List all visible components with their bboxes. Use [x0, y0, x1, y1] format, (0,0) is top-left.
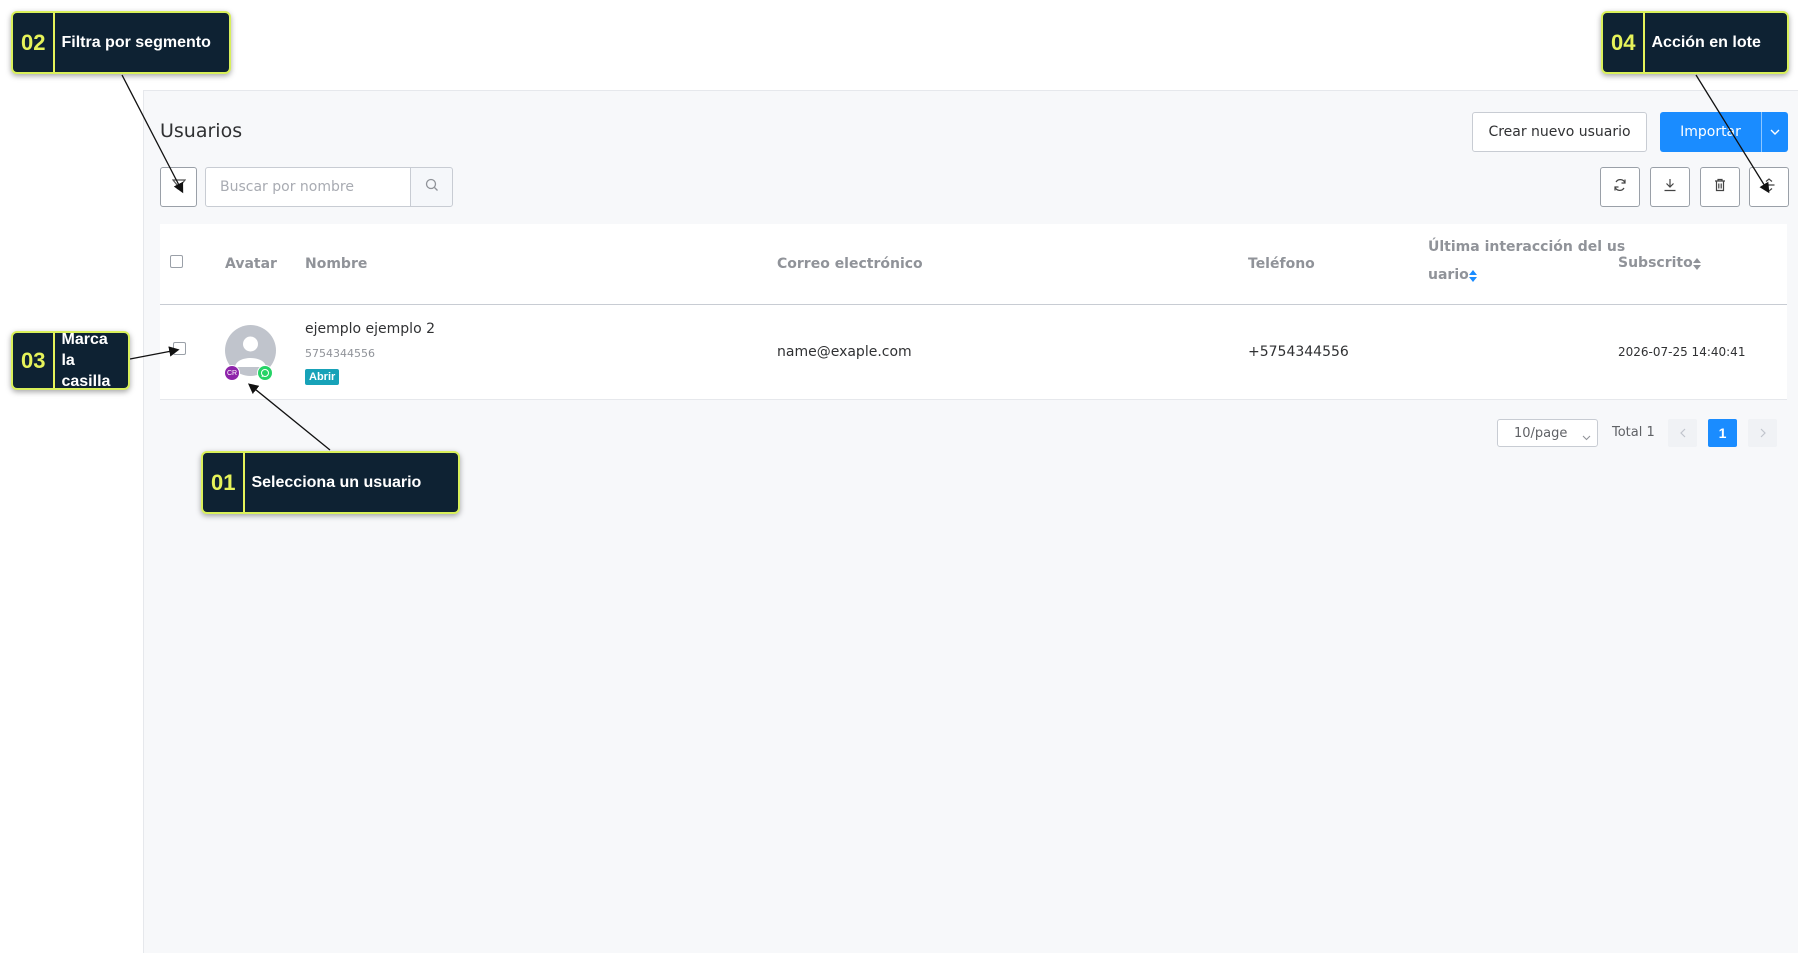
callout-02: 02 Filtra por segmento	[11, 11, 231, 74]
arrow-01	[247, 383, 331, 451]
callout-01-text: Selecciona un usuario	[251, 474, 422, 491]
callout-03-number: 03	[13, 333, 56, 388]
callout-01: 01 Selecciona un usuario	[201, 451, 460, 514]
callout-04-number: 04	[1603, 13, 1646, 72]
arrow-04	[1695, 74, 1770, 194]
callout-03-line1: Marca	[61, 331, 108, 348]
callout-03-line2: la	[61, 352, 75, 369]
callout-02-text: Filtra por segmento	[61, 34, 211, 51]
arrow-03	[129, 346, 180, 360]
callout-04: 04 Acción en lote	[1601, 11, 1789, 74]
callout-01-number: 01	[203, 453, 246, 512]
callout-03-line3: casilla	[61, 373, 111, 390]
callout-03: 03 Marca la casilla	[11, 331, 130, 390]
callout-03-text: Marca la casilla	[55, 329, 110, 392]
callout-04-text: Acción en lote	[1651, 34, 1761, 51]
arrow-02	[121, 74, 184, 194]
callout-02-number: 02	[13, 13, 56, 72]
